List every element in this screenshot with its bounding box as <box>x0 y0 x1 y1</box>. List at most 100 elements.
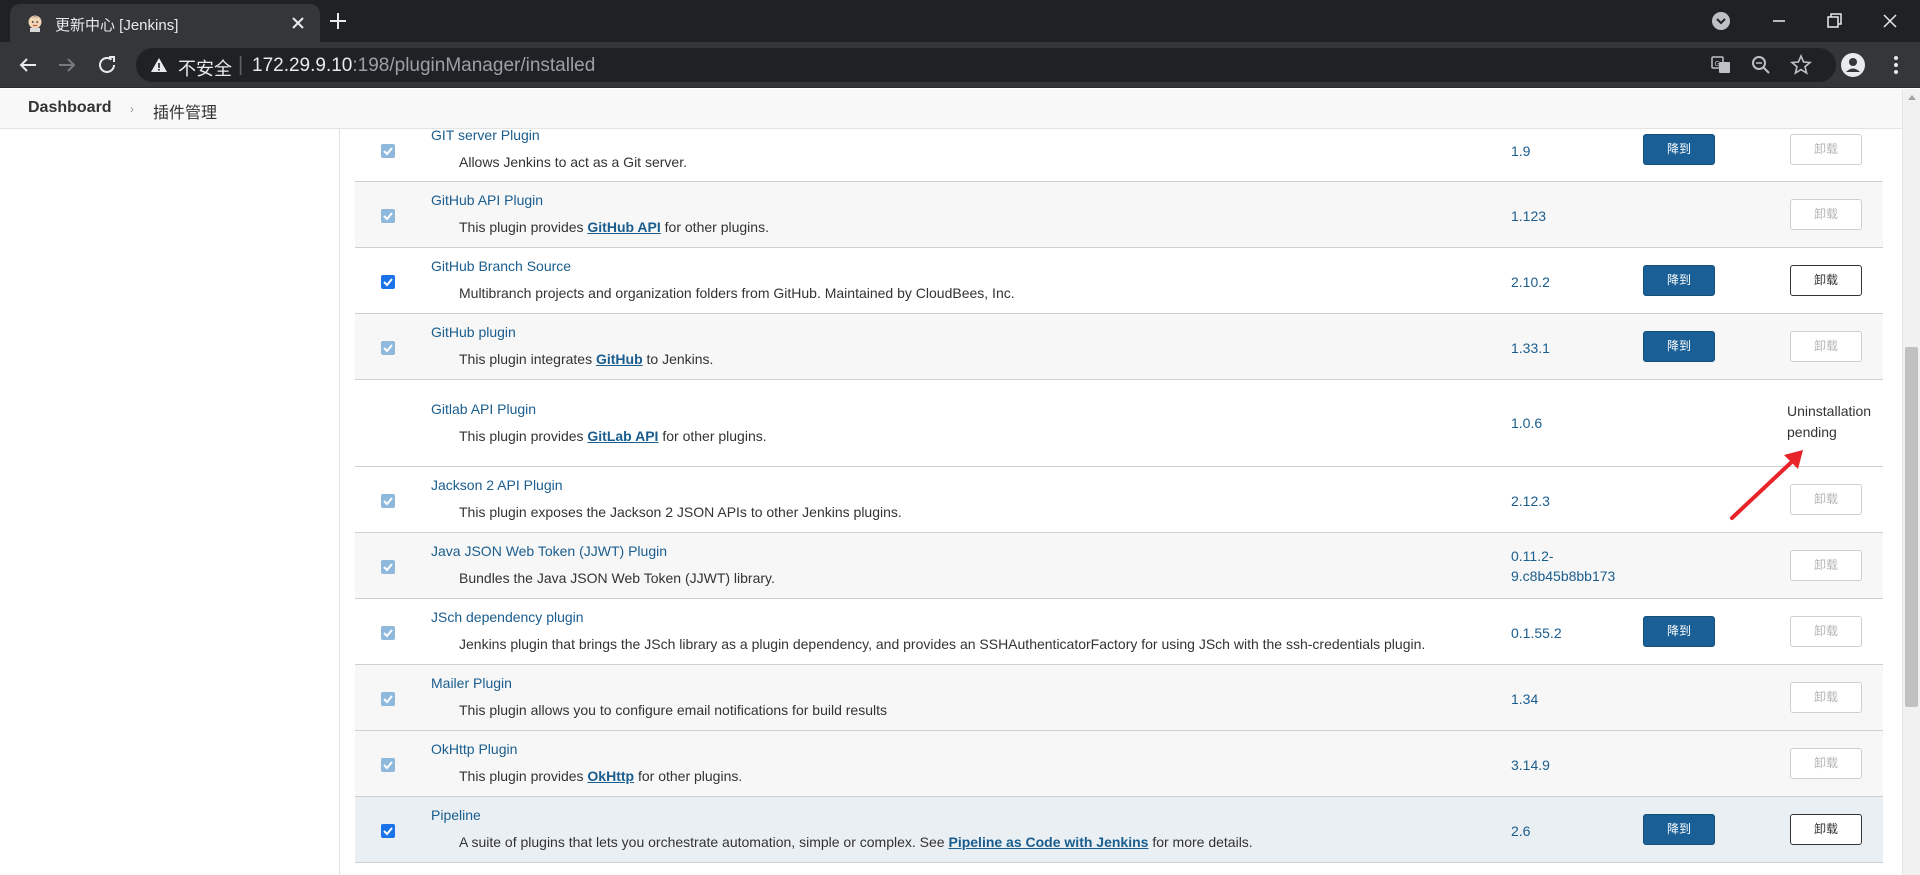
uninstall-button[interactable]: 卸载 <box>1790 134 1862 165</box>
url-host: 172.29.9.10 <box>252 55 353 76</box>
browser-toolbar: 不安全 | 172.29.9.10:198/pluginManager/inst… <box>0 42 1920 88</box>
desc-text: This plugin provides <box>459 428 588 444</box>
uninstall-button[interactable]: 卸载 <box>1790 331 1862 362</box>
downgrade-button[interactable]: 降到 <box>1643 331 1715 362</box>
uninstall-button[interactable]: 卸载 <box>1790 616 1862 647</box>
desc-link[interactable]: OkHttp <box>587 768 634 784</box>
downgrade-button[interactable]: 降到 <box>1643 265 1715 296</box>
plugin-name-link[interactable]: Java JSON Web Token (JJWT) Plugin <box>431 543 667 559</box>
plugin-enabled-checkbox[interactable] <box>381 824 395 838</box>
browser-tab[interactable]: 更新中心 [Jenkins] <box>10 4 320 42</box>
browser-tab-strip: 更新中心 [Jenkins] <box>0 0 1920 42</box>
translate-icon[interactable]: G <box>1710 54 1732 76</box>
downgrade-button[interactable]: 降到 <box>1643 134 1715 165</box>
plugin-version[interactable]: 0.11.2- 9.c8b45b8bb173 <box>1511 546 1615 586</box>
close-tab-icon[interactable] <box>288 13 308 33</box>
plugin-version[interactable]: 3.14.9 <box>1511 755 1550 775</box>
page-scrollbar[interactable] <box>1902 89 1920 875</box>
table-row: OkHttp Plugin This plugin provides OkHtt… <box>355 731 1883 797</box>
plugin-name-link[interactable]: GitHub Branch Source <box>431 258 571 274</box>
restore-icon[interactable] <box>1821 8 1847 34</box>
plugin-name-link[interactable]: JSch dependency plugin <box>431 609 584 625</box>
pending-line: Uninstallation <box>1787 403 1872 419</box>
browser-menu-icon[interactable] <box>1884 53 1908 77</box>
minimize-icon[interactable] <box>1766 8 1792 34</box>
plugin-description: Multibranch projects and organization fo… <box>459 285 1015 301</box>
plugin-name-link[interactable]: Jackson 2 API Plugin <box>431 477 563 493</box>
desc-text: A suite of plugins that lets you orchest… <box>459 834 949 850</box>
tab-search-icon[interactable] <box>1708 8 1734 34</box>
desc-text: for other plugins. <box>658 428 767 444</box>
plugin-name-link[interactable]: GitHub plugin <box>431 324 516 340</box>
plugin-name-link[interactable]: GIT server Plugin <box>431 129 540 143</box>
plugin-enabled-checkbox[interactable] <box>381 209 395 223</box>
uninstall-button[interactable]: 卸载 <box>1790 199 1862 230</box>
not-secure-label[interactable]: 不安全 <box>178 55 232 81</box>
version-line: 9.c8b45b8bb173 <box>1511 568 1616 584</box>
plugin-name-link[interactable]: GitHub API Plugin <box>431 192 543 208</box>
version-line: 0.11.2- <box>1511 548 1554 564</box>
breadcrumb: Dashboard › 插件管理 <box>0 89 1902 129</box>
desc-link[interactable]: Pipeline as Code with Jenkins <box>948 834 1148 850</box>
plugin-version[interactable]: 1.34 <box>1511 689 1538 709</box>
desc-text: for more details. <box>1148 834 1253 850</box>
breadcrumb-dashboard[interactable]: Dashboard <box>28 99 112 117</box>
breadcrumb-plugin-manager[interactable]: 插件管理 <box>153 99 217 123</box>
plugin-version[interactable]: 1.33.1 <box>1511 338 1550 358</box>
plugin-version[interactable]: 1.123 <box>1511 206 1546 226</box>
desc-link[interactable]: GitLab API <box>587 428 658 444</box>
forward-arrow-icon[interactable] <box>55 53 79 77</box>
plugin-version[interactable]: 1.0.6 <box>1511 413 1542 433</box>
scroll-up-arrow-icon[interactable] <box>1907 93 1917 101</box>
new-tab-plus-icon[interactable] <box>326 9 350 33</box>
plugin-description: Jenkins plugin that brings the JSch libr… <box>459 636 1426 652</box>
close-window-icon[interactable] <box>1877 8 1903 34</box>
table-row: Gitlab API Plugin This plugin provides G… <box>355 380 1883 467</box>
plugin-enabled-checkbox[interactable] <box>381 144 395 158</box>
plugin-description: This plugin integrates GitHub to Jenkins… <box>459 351 713 367</box>
url-text[interactable]: 172.29.9.10:198/pluginManager/installed <box>252 55 595 77</box>
zoom-icon[interactable] <box>1750 54 1772 76</box>
plugin-description: This plugin provides OkHttp for other pl… <box>459 768 742 784</box>
sidebar-divider <box>339 129 340 875</box>
plugin-enabled-checkbox[interactable] <box>381 692 395 706</box>
plugin-description: This plugin allows you to configure emai… <box>459 702 887 718</box>
plugin-name-link[interactable]: OkHttp Plugin <box>431 741 517 757</box>
profile-avatar-icon[interactable] <box>1840 52 1866 78</box>
desc-text: This plugin integrates <box>459 351 596 367</box>
uninstall-button[interactable]: 卸载 <box>1790 748 1862 779</box>
desc-text: to Jenkins. <box>642 351 714 367</box>
downgrade-button[interactable]: 降到 <box>1643 814 1715 845</box>
address-bar[interactable]: 不安全 | 172.29.9.10:198/pluginManager/inst… <box>136 48 1836 82</box>
plugin-name-link[interactable]: Mailer Plugin <box>431 675 512 691</box>
breadcrumb-chevron-icon: › <box>130 102 134 116</box>
uninstall-button[interactable]: 卸载 <box>1790 814 1862 845</box>
plugin-enabled-checkbox[interactable] <box>381 275 395 289</box>
reload-icon[interactable] <box>95 53 119 77</box>
plugin-description: This plugin provides GitLab API for othe… <box>459 428 767 444</box>
table-row: GIT server Plugin Allows Jenkins to act … <box>355 129 1883 182</box>
desc-link[interactable]: GitHub API <box>587 219 660 235</box>
plugin-enabled-checkbox[interactable] <box>381 341 395 355</box>
uninstall-button[interactable]: 卸载 <box>1790 265 1862 296</box>
plugin-enabled-checkbox[interactable] <box>381 494 395 508</box>
plugin-version[interactable]: 0.1.55.2 <box>1511 623 1562 643</box>
plugin-name-link[interactable]: Gitlab API Plugin <box>431 401 536 417</box>
uninstall-button[interactable]: 卸载 <box>1790 550 1862 581</box>
uninstall-button[interactable]: 卸载 <box>1790 682 1862 713</box>
not-secure-warning-icon[interactable] <box>150 56 168 74</box>
plugin-version[interactable]: 2.12.3 <box>1511 491 1550 511</box>
back-arrow-icon[interactable] <box>16 53 40 77</box>
uninstallation-pending-status: Uninstallation pending <box>1787 401 1883 443</box>
scrollbar-thumb[interactable] <box>1905 347 1918 707</box>
bookmark-star-icon[interactable] <box>1790 54 1812 76</box>
plugin-version[interactable]: 2.6 <box>1511 821 1530 841</box>
plugin-enabled-checkbox[interactable] <box>381 758 395 772</box>
downgrade-button[interactable]: 降到 <box>1643 616 1715 647</box>
plugin-enabled-checkbox[interactable] <box>381 626 395 640</box>
plugin-enabled-checkbox[interactable] <box>381 560 395 574</box>
desc-link[interactable]: GitHub <box>596 351 643 367</box>
plugin-version[interactable]: 1.9 <box>1511 141 1530 161</box>
plugin-version[interactable]: 2.10.2 <box>1511 272 1550 292</box>
plugin-name-link[interactable]: Pipeline <box>431 807 481 823</box>
